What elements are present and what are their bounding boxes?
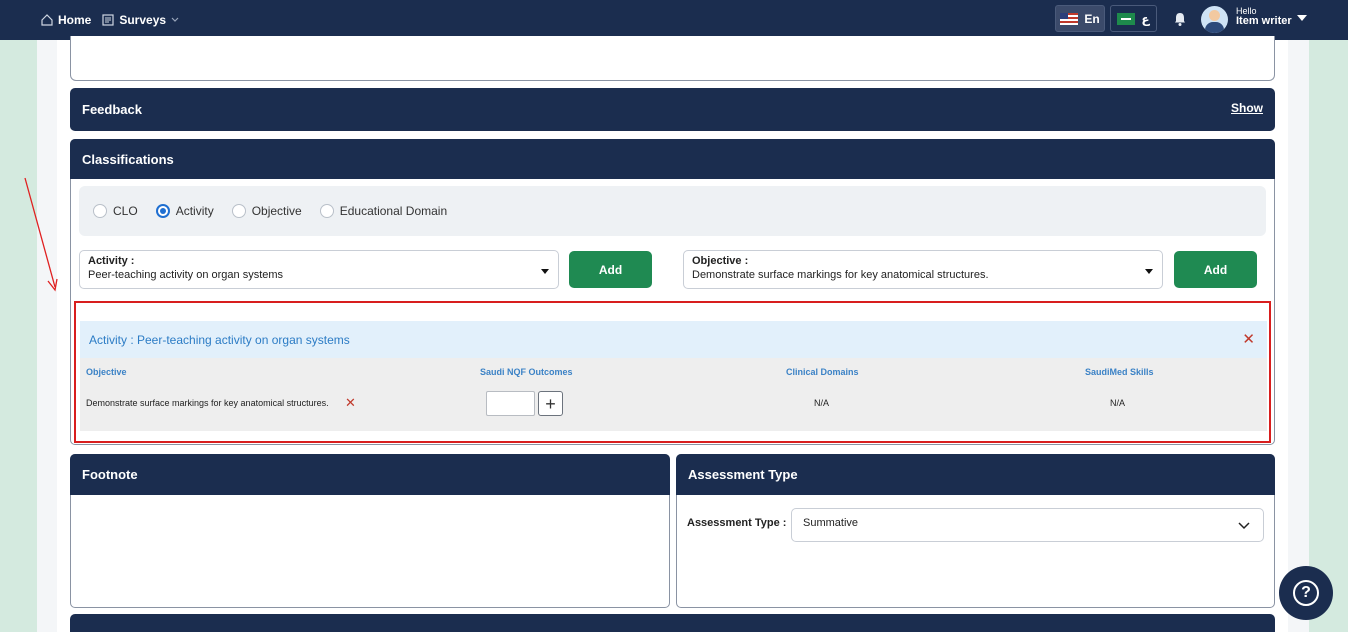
assessment-type-value: Summative: [803, 517, 859, 529]
user-menu-caret-icon[interactable]: [1297, 15, 1307, 21]
assessment-type-label: Assessment Type :: [687, 517, 787, 529]
top-navbar: Home Surveys En ع Hello Item writer: [0, 0, 1348, 40]
objective-select-value: Demonstrate surface markings for key ana…: [692, 269, 989, 281]
nav-surveys[interactable]: Surveys: [101, 13, 180, 27]
footnote-title: Footnote: [82, 467, 138, 482]
caret-down-icon: [541, 269, 549, 274]
add-activity-button[interactable]: Add: [569, 251, 652, 288]
add-objective-button[interactable]: Add: [1174, 251, 1257, 288]
radio-educational-domain-circle[interactable]: [319, 204, 334, 218]
assessment-type-select[interactable]: Summative: [791, 508, 1264, 542]
activity-select-label: Activity :: [88, 255, 135, 267]
classifications-title: Classifications: [82, 151, 174, 167]
user-name: Item writer: [1236, 15, 1292, 28]
radio-clo[interactable]: CLO: [93, 204, 138, 218]
radio-objective-circle[interactable]: [231, 204, 246, 218]
objective-select-label: Objective :: [692, 255, 749, 267]
radio-clo-circle[interactable]: [93, 204, 107, 218]
feedback-show-link[interactable]: Show: [1231, 101, 1263, 115]
chevron-down-icon: [1238, 522, 1250, 530]
assessment-type-panel-header: Assessment Type: [676, 454, 1275, 495]
bell-icon[interactable]: [1172, 11, 1188, 27]
objective-select[interactable]: Objective : Demonstrate surface markings…: [683, 250, 1163, 289]
previous-section-box: [70, 36, 1275, 81]
assessment-type-title: Assessment Type: [688, 467, 798, 482]
annotation-arrow-icon: [24, 177, 58, 292]
question-mark-icon: ?: [1293, 580, 1319, 606]
us-flag-icon: [1060, 12, 1079, 25]
nav-surveys-label: Surveys: [119, 13, 167, 27]
radio-activity-label: Activity: [175, 204, 214, 218]
feedback-title: Feedback: [82, 102, 142, 117]
radio-objective[interactable]: Objective: [231, 204, 302, 218]
footnote-panel-header: Footnote: [70, 454, 670, 495]
feedback-panel-header: Feedback Show: [70, 88, 1275, 131]
activity-select[interactable]: Activity : Peer-teaching activity on org…: [79, 250, 559, 289]
radio-activity[interactable]: Activity: [155, 204, 214, 218]
radio-clo-label: CLO: [113, 204, 138, 218]
language-en-label: En: [1084, 11, 1100, 26]
activity-select-value: Peer-teaching activity on organ systems: [88, 269, 284, 281]
radio-educational-domain-label: Educational Domain: [339, 204, 448, 218]
classifications-panel-header: Classifications: [70, 139, 1275, 179]
radio-educational-domain[interactable]: Educational Domain: [319, 204, 448, 218]
classification-type-radio-group: CLO Activity Objective Educational Domai…: [79, 186, 1266, 236]
avatar[interactable]: [1201, 6, 1228, 33]
chevron-down-icon: [171, 17, 179, 22]
radio-objective-label: Objective: [251, 204, 302, 218]
survey-icon: [102, 14, 114, 26]
user-greeting[interactable]: Hello Item writer: [1236, 6, 1292, 28]
language-ar-label: ع: [1141, 11, 1150, 26]
language-ar-button[interactable]: ع: [1110, 5, 1157, 32]
radio-activity-circle[interactable]: [155, 204, 170, 218]
next-panel-header: [70, 614, 1275, 632]
highlight-annotation-frame: [74, 301, 1271, 443]
saudi-flag-icon: [1117, 12, 1136, 25]
language-en-button[interactable]: En: [1055, 5, 1105, 32]
caret-down-icon: [1145, 269, 1153, 274]
help-button[interactable]: ?: [1279, 566, 1333, 620]
